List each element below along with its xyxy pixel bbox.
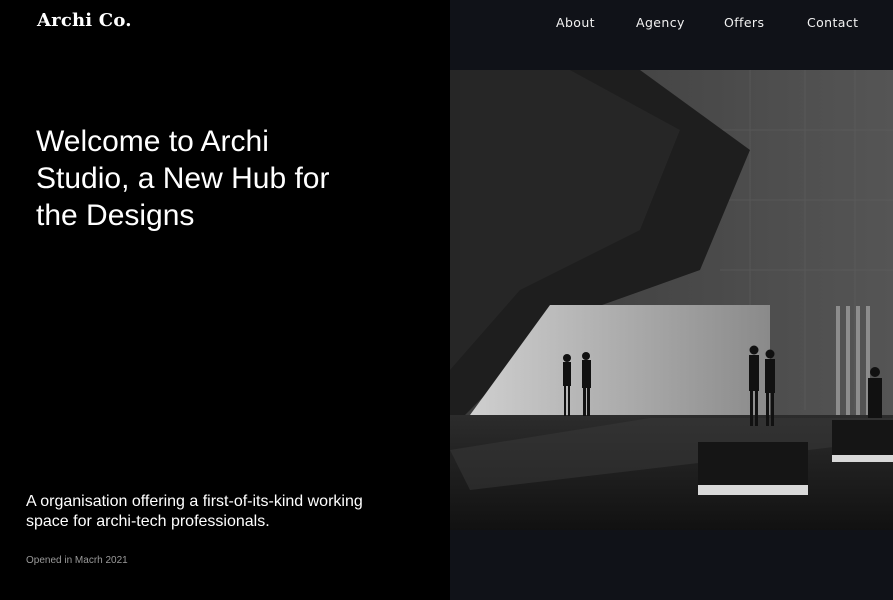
nav-link-agency[interactable]: Agency — [636, 15, 685, 30]
landing-page: Archi Co. Welcome to Archi Studio, a New… — [0, 0, 893, 600]
hero-right-panel: About Agency Offers Contact — [450, 0, 893, 600]
hero-tagline: A organisation offering a first-of-its-k… — [26, 493, 363, 530]
nav-link-about[interactable]: About — [556, 15, 595, 30]
opened-date-text: Opened in Macrh 2021 — [26, 555, 128, 566]
top-navigation: About Agency Offers Contact — [450, 0, 893, 46]
hero-left-panel: Archi Co. Welcome to Archi Studio, a New… — [0, 0, 450, 600]
nav-link-contact[interactable]: Contact — [807, 15, 858, 30]
brand-logo[interactable]: Archi Co. — [37, 10, 132, 31]
hero-headline: Welcome to Archi Studio, a New Hub for t… — [36, 125, 330, 232]
architecture-photo — [450, 70, 893, 530]
architecture-photo-illustration — [450, 70, 893, 530]
nav-link-offers[interactable]: Offers — [724, 15, 764, 30]
